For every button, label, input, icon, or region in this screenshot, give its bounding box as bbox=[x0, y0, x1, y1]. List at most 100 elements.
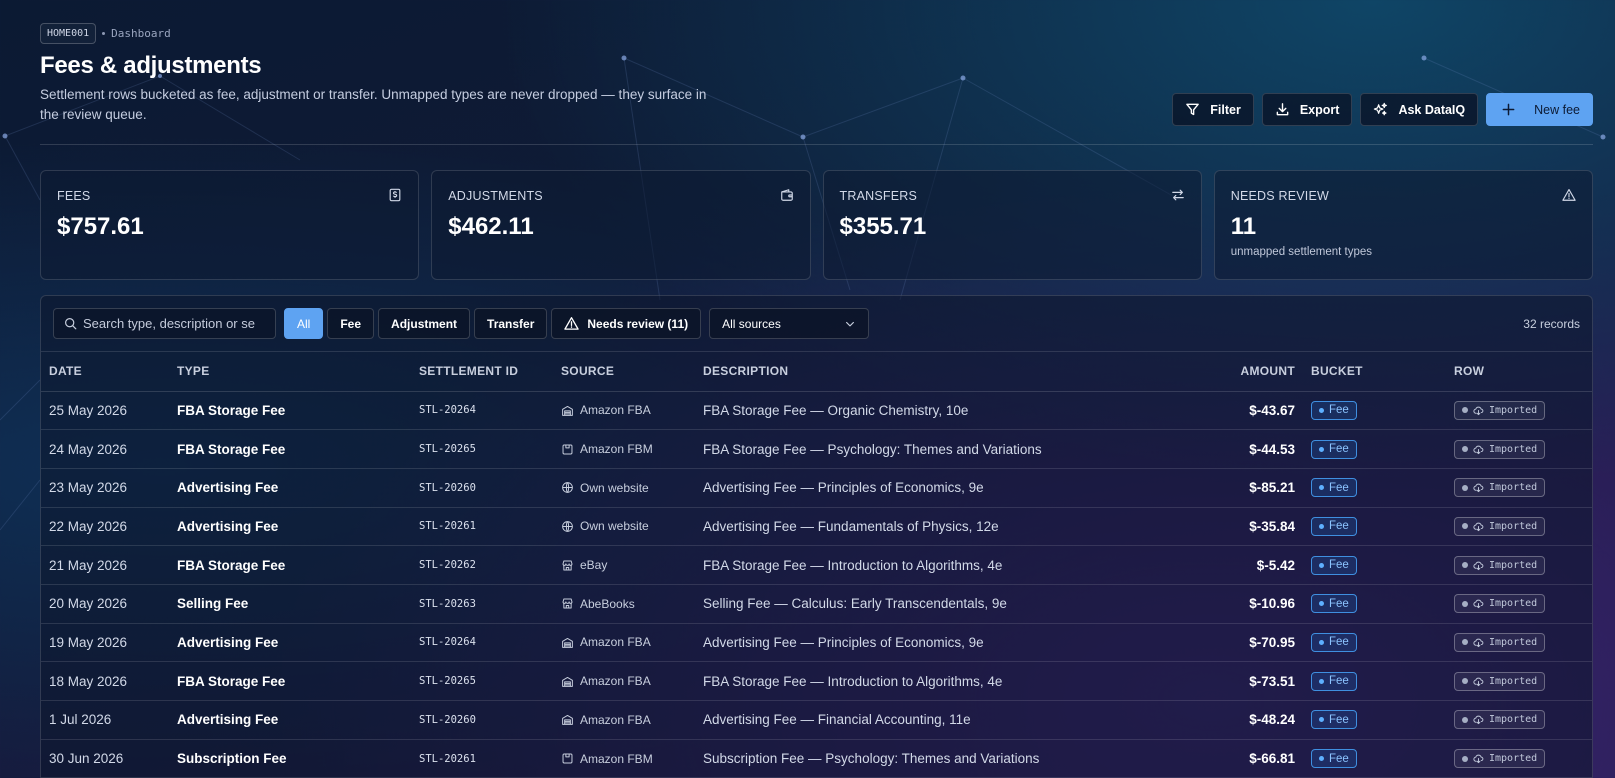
cell-settlement-id[interactable]: STL-20263 bbox=[411, 584, 553, 624]
cell-description: FBA Storage Fee — Introduction to Algori… bbox=[695, 661, 1215, 701]
export-button-label: Export bbox=[1299, 102, 1340, 117]
row-status-label: Imported bbox=[1489, 714, 1538, 726]
row-status-badge: Imported bbox=[1454, 671, 1546, 691]
new-fee-button[interactable]: New fee bbox=[1486, 93, 1593, 126]
bucket-badge[interactable]: Fee bbox=[1311, 516, 1357, 536]
table-row[interactable]: 19 May 2026 Advertising Fee STL-20264 Amazo… bbox=[41, 623, 1592, 663]
cell-date: 25 May 2026 bbox=[41, 391, 169, 431]
cell-settlement-id[interactable]: STL-20262 bbox=[411, 545, 553, 585]
table-row[interactable]: 24 May 2026 FBA Storage Fee STL-20265 Amazo… bbox=[41, 429, 1592, 469]
dollar-receipt-icon bbox=[389, 188, 401, 202]
table-row[interactable]: 18 May 2026 FBA Storage Fee STL-20265 Amazo… bbox=[41, 661, 1592, 701]
cell-settlement-id[interactable]: STL-20260 bbox=[411, 468, 553, 508]
summary-cards: FEES $757.61 ADJUSTMENTS $462.11 TRANSFE… bbox=[40, 170, 1593, 280]
page-subtitle: Settlement rows bucketed as fee, adjustm… bbox=[40, 87, 707, 122]
bucket-badge[interactable]: Fee bbox=[1311, 710, 1357, 730]
package-icon bbox=[562, 444, 573, 454]
wallet-icon bbox=[780, 189, 793, 201]
cell-source: Amazon FBA bbox=[553, 700, 695, 740]
cell-settlement-id[interactable]: STL-20265 bbox=[411, 429, 553, 469]
cell-bucket: Fee bbox=[1303, 584, 1446, 624]
cell-settlement-id[interactable]: STL-20264 bbox=[411, 391, 553, 431]
table-row[interactable]: 23 May 2026 Advertising Fee STL-20260 Own w… bbox=[41, 468, 1592, 508]
table-row[interactable]: 30 Jun 2026 Subscription Fee STL-20261 Amaz… bbox=[41, 739, 1592, 778]
bucket-badge[interactable]: Fee bbox=[1311, 632, 1357, 652]
bucket-dot bbox=[1319, 756, 1324, 762]
filter-chip-transfer[interactable]: Transfer bbox=[474, 308, 548, 339]
cell-settlement-id[interactable]: STL-20265 bbox=[411, 661, 553, 701]
column-header-type[interactable]: TYPE bbox=[169, 352, 411, 392]
bucket-badge[interactable]: Fee bbox=[1311, 439, 1357, 459]
status-dot bbox=[1462, 446, 1468, 453]
column-header-description[interactable]: DESCRIPTION bbox=[695, 352, 1215, 392]
cell-settlement-id[interactable]: STL-20261 bbox=[411, 739, 553, 778]
table-header-row: DATE TYPE SETTLEMENT ID SOURCE DESCRIPTI… bbox=[41, 352, 1592, 392]
table-row[interactable]: 20 May 2026 Selling Fee STL-20263 AbeBooks S… bbox=[41, 584, 1592, 624]
status-dot bbox=[1462, 600, 1468, 607]
cell-type: Subscription Fee bbox=[169, 739, 411, 778]
bucket-label: Fee bbox=[1329, 559, 1349, 572]
fees-card: FEES $757.61 bbox=[40, 170, 420, 280]
breadcrumb-current-page: Dashboard bbox=[111, 26, 171, 40]
cloud-import-icon bbox=[1473, 638, 1484, 648]
header-actions: Filter Export Ask DataIQ New fee bbox=[1172, 93, 1593, 126]
column-header-row[interactable]: ROW bbox=[1446, 352, 1592, 392]
table-row[interactable]: 1 Jul 2026 Advertising Fee STL-20260 Amazon… bbox=[41, 700, 1592, 740]
column-header-bucket[interactable]: BUCKET bbox=[1303, 352, 1446, 392]
export-button[interactable]: Export bbox=[1261, 93, 1353, 126]
column-header-amount[interactable]: AMOUNT bbox=[1215, 352, 1303, 392]
cell-source: eBay bbox=[553, 545, 695, 585]
bucket-badge[interactable]: Fee bbox=[1311, 478, 1357, 498]
cell-settlement-id[interactable]: STL-20260 bbox=[411, 700, 553, 740]
source-label: Own website bbox=[580, 480, 649, 495]
column-header-source[interactable]: SOURCE bbox=[553, 352, 695, 392]
bucket-badge[interactable]: Fee bbox=[1311, 400, 1357, 420]
cell-bucket: Fee bbox=[1303, 468, 1446, 508]
cell-description: Selling Fee — Calculus: Early Transcende… bbox=[695, 584, 1215, 624]
bucket-badge[interactable]: Fee bbox=[1311, 555, 1357, 575]
bucket-badge[interactable]: Fee bbox=[1311, 594, 1357, 614]
search-placeholder: Search type, description or se bbox=[83, 316, 255, 331]
filter-chip-adjustment[interactable]: Adjustment bbox=[378, 308, 471, 339]
globe-icon bbox=[562, 482, 573, 494]
warehouse-icon bbox=[562, 405, 573, 416]
filter-button[interactable]: Filter bbox=[1172, 93, 1254, 126]
bucket-dot bbox=[1319, 678, 1324, 684]
cell-row-status: Imported bbox=[1446, 623, 1592, 663]
table-row[interactable]: 21 May 2026 FBA Storage Fee STL-20262 eBay F… bbox=[41, 545, 1592, 585]
row-status-label: Imported bbox=[1489, 598, 1538, 610]
cell-settlement-id[interactable]: STL-20261 bbox=[411, 507, 553, 547]
cell-row-status: Imported bbox=[1446, 700, 1592, 740]
column-header-date[interactable]: DATE bbox=[41, 352, 169, 392]
table-row[interactable]: 25 May 2026 FBA Storage Fee STL-20264 Amazo… bbox=[41, 391, 1592, 431]
source-select[interactable]: All sources bbox=[709, 308, 870, 339]
cell-date: 30 Jun 2026 bbox=[41, 739, 169, 778]
column-header-settlement-id[interactable]: SETTLEMENT ID bbox=[411, 352, 553, 392]
bucket-badge[interactable]: Fee bbox=[1311, 749, 1357, 769]
row-status-badge: Imported bbox=[1454, 632, 1546, 652]
status-dot bbox=[1462, 562, 1468, 569]
row-status-label: Imported bbox=[1489, 520, 1538, 532]
source-label: Amazon FBA bbox=[580, 635, 651, 650]
ask-dataiq-button[interactable]: Ask DataIQ bbox=[1360, 93, 1479, 126]
bucket-badge[interactable]: Fee bbox=[1311, 671, 1357, 691]
card-label: NEEDS REVIEW bbox=[1230, 189, 1329, 203]
filter-chip-needs-review[interactable]: Needs review (11) bbox=[551, 308, 702, 339]
search-input[interactable]: Search type, description or se bbox=[53, 308, 276, 339]
bucket-label: Fee bbox=[1329, 636, 1349, 649]
cell-source: Own website bbox=[553, 507, 695, 547]
source-label: Amazon FBM bbox=[580, 751, 653, 766]
cell-settlement-id[interactable]: STL-20264 bbox=[411, 623, 553, 663]
warehouse-icon bbox=[562, 715, 573, 726]
table-body: 25 May 2026 FBA Storage Fee STL-20264 Amazo… bbox=[41, 391, 1592, 778]
cloud-import-icon bbox=[1473, 483, 1484, 493]
filter-chip-all[interactable]: All bbox=[284, 308, 324, 339]
filter-chip-fee[interactable]: Fee bbox=[327, 308, 375, 339]
breadcrumb-workspace-code[interactable]: HOME001 bbox=[40, 22, 97, 44]
bucket-dot bbox=[1319, 523, 1324, 529]
bucket-dot bbox=[1319, 717, 1324, 723]
table-row[interactable]: 22 May 2026 Advertising Fee STL-20261 Own w… bbox=[41, 507, 1592, 547]
cell-amount: $-5.42 bbox=[1215, 545, 1303, 585]
cell-bucket: Fee bbox=[1303, 507, 1446, 547]
settlement-table: DATE TYPE SETTLEMENT ID SOURCE DESCRIPTI… bbox=[41, 352, 1592, 778]
